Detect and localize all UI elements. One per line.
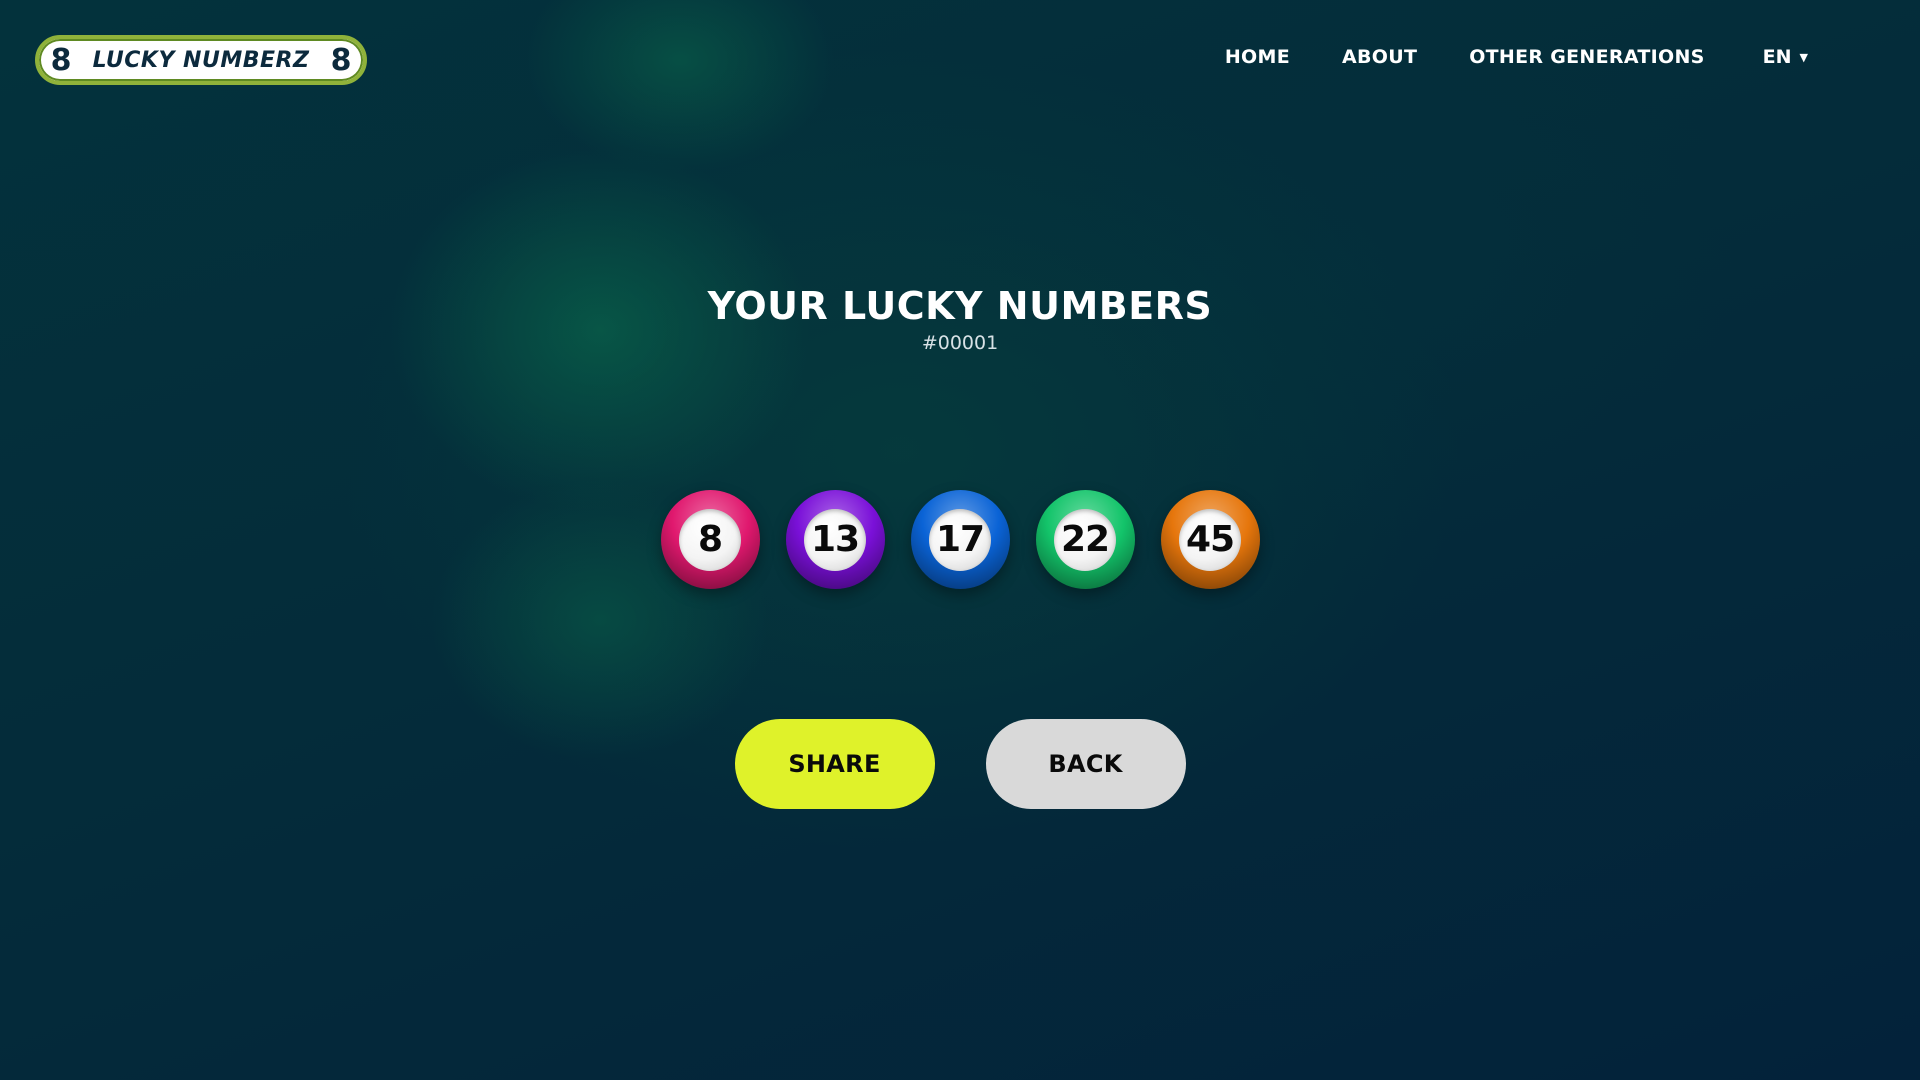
ball-number: 8: [697, 519, 723, 560]
lottery-ball: 8: [660, 490, 760, 589]
nav-home-link[interactable]: HOME: [1225, 46, 1290, 68]
ball-number: 13: [810, 519, 860, 560]
ball-face: 22: [1054, 508, 1116, 571]
action-buttons: SHARE BACK: [0, 719, 1920, 809]
site-logo[interactable]: 8 LUCKY NUMBERZ 8: [35, 35, 367, 85]
lottery-ball: 22: [1035, 490, 1135, 589]
ball-number: 45: [1185, 519, 1235, 560]
language-selector[interactable]: EN ▼: [1763, 46, 1808, 68]
title-block: YOUR LUCKY NUMBERS #00001: [0, 284, 1920, 354]
ball-number: 22: [1060, 519, 1110, 560]
ball-face: 8: [679, 508, 741, 571]
caret-down-icon: ▼: [1799, 50, 1808, 64]
ball-face: 45: [1179, 508, 1241, 571]
generation-id: #00001: [921, 332, 999, 354]
ball-face: 17: [929, 508, 991, 571]
lottery-ball: 45: [1160, 490, 1260, 589]
nav-other-generations-link[interactable]: OTHER GENERATIONS: [1469, 46, 1704, 68]
main-nav: HOME ABOUT OTHER GENERATIONS EN ▼: [1225, 46, 1808, 68]
logo-text: LUCKY NUMBERZ: [92, 47, 310, 73]
lottery-ball: 13: [785, 490, 885, 589]
language-selected: EN: [1762, 46, 1792, 68]
back-button[interactable]: BACK: [985, 719, 1186, 809]
logo-left-mark: 8: [50, 42, 72, 78]
nav-about-link[interactable]: ABOUT: [1342, 46, 1417, 68]
lottery-ball: 17: [910, 490, 1010, 589]
ball-face: 13: [804, 508, 866, 571]
page-title: YOUR LUCKY NUMBERS: [707, 284, 1213, 328]
share-button[interactable]: SHARE: [734, 719, 935, 809]
lucky-number-balls: 8 13 17 22 45: [0, 490, 1920, 589]
logo-right-mark: 8: [330, 42, 352, 78]
ball-number: 17: [935, 519, 985, 560]
